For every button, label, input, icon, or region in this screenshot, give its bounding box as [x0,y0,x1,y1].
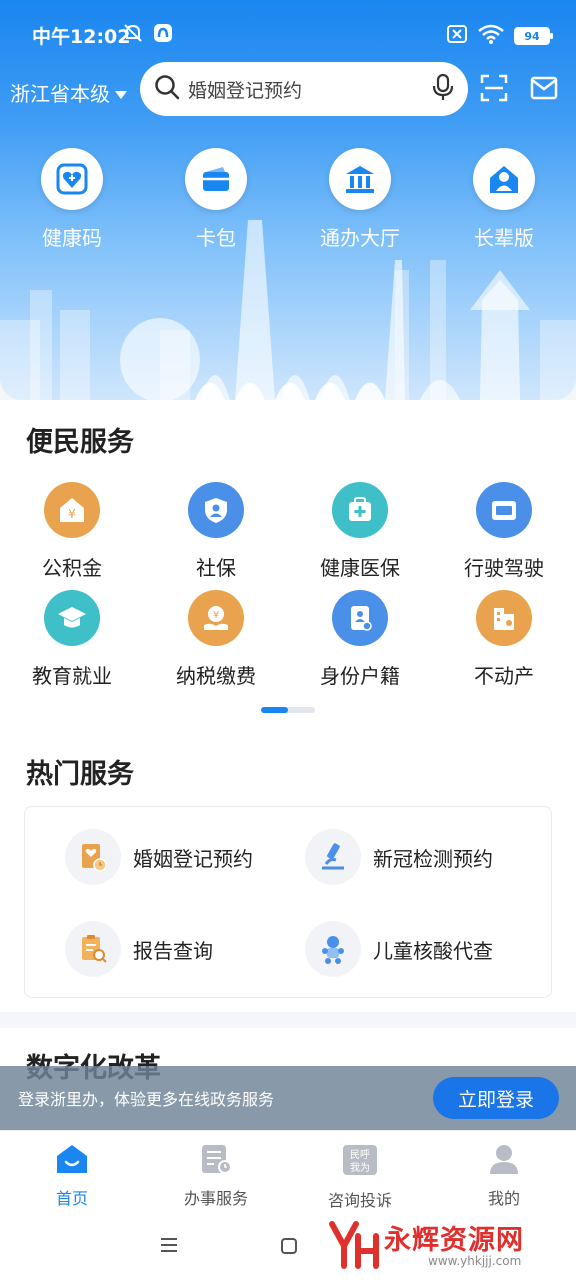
quick-action-hall[interactable]: 通办大厅 [288,148,432,251]
social-security-icon [188,482,244,538]
nosim-icon [446,24,468,48]
svg-text:民呼: 民呼 [350,1149,370,1161]
hot-service-label: 新冠检测预约 [373,846,493,871]
hot-service-marriage[interactable]: 婚姻登记预约 [65,829,253,885]
watermark-logo-icon [328,1216,380,1274]
real-estate-icon [476,590,532,646]
marriage-icon [65,829,121,885]
header: 浙江省本级 婚姻登记预约 [0,62,576,118]
mute-icon [122,22,144,48]
service-driving[interactable]: 行驶驾驶 [432,482,576,590]
service-housing-fund[interactable]: ¥ 公积金 [0,482,144,590]
tab-label: 我的 [487,1189,520,1208]
quick-action-wallet[interactable]: 卡包 [144,148,288,251]
svg-text:¥: ¥ [68,507,76,521]
login-banner-text: 登录浙里办，体验更多在线政务服务 [18,1090,275,1109]
battery-icon: 94 [514,27,553,45]
section-title-convenience: 便民服务 [26,427,134,458]
region-label: 浙江省本级 [10,82,110,106]
hot-service-child-nucleic[interactable]: 儿童核酸代查 [305,921,493,977]
watermark-url: www.yhkjjj.com [428,1254,522,1268]
watermark: 永辉资源网 www.yhkjjj.com [328,1216,568,1274]
report-search-icon [65,921,121,977]
elder-icon [473,148,535,210]
app-notify-icon [152,22,174,48]
hot-service-covid-test[interactable]: 新冠检测预约 [305,829,493,885]
caret-down-icon [114,81,128,105]
id-card-icon [332,590,388,646]
bottom-tab-bar: 首页 办事服务 民呼 我为 咨询投诉 我的 [0,1130,576,1210]
tab-label: 咨询投诉 [327,1191,392,1210]
service-label: 不动产 [474,664,534,688]
housing-fund-icon: ¥ [44,482,100,538]
scan-icon[interactable] [480,74,508,106]
tab-complaints[interactable]: 民呼 我为 咨询投诉 [288,1131,432,1210]
microscope-icon [305,829,361,885]
status-bar: 中午12:02 94 [0,0,576,70]
section-title-hot: 热门服务 [26,759,134,790]
hot-service-label: 儿童核酸代查 [373,938,493,963]
service-real-estate[interactable]: 不动产 [432,590,576,698]
quick-actions: 健康码 卡包 通办大厅 长辈版 [0,148,576,251]
driving-license-icon [476,482,532,538]
tab-home[interactable]: 首页 [0,1131,144,1210]
education-icon [44,590,100,646]
complaint-icon: 民呼 我为 [341,1143,379,1181]
page-indicator-active [261,707,288,713]
svg-text:¥: ¥ [213,610,219,621]
search-icon [154,74,180,104]
service-label: 教育就业 [32,664,112,688]
quick-action-health-code[interactable]: 健康码 [0,148,144,251]
mic-icon[interactable] [432,73,454,105]
medical-insurance-icon [332,482,388,538]
tab-profile[interactable]: 我的 [432,1131,576,1210]
service-label: 社保 [196,556,236,580]
tab-label: 办事服务 [183,1189,248,1208]
service-label: 公积金 [42,556,102,580]
wifi-icon [478,24,504,48]
home-icon [55,1143,89,1179]
tab-label: 首页 [55,1189,88,1208]
login-banner: 登录浙里办，体验更多在线政务服务 立即登录 [0,1066,576,1130]
hot-service-label: 婚姻登记预约 [133,846,253,871]
tax-icon: ¥ [188,590,244,646]
search-bar[interactable]: 婚姻登记预约 [140,62,468,116]
service-tax[interactable]: ¥ 纳税缴费 [144,590,288,698]
mail-icon[interactable] [530,74,558,106]
hall-icon [329,148,391,210]
hot-services-card: 婚姻登记预约 新冠检测预约 报告查询 儿童核酸代查 [24,806,552,998]
quick-action-elder[interactable]: 长辈版 [432,148,576,251]
hot-service-label: 报告查询 [133,938,213,963]
service-label: 纳税缴费 [176,664,256,688]
region-selector[interactable]: 浙江省本级 [10,78,128,107]
service-social-security[interactable]: 社保 [144,482,288,590]
service-label: 行驶驾驶 [464,556,544,580]
quick-action-label: 健康码 [42,226,102,250]
health-code-icon [41,148,103,210]
service-label: 身份户籍 [320,664,400,688]
tab-services[interactable]: 办事服务 [144,1131,288,1210]
profile-icon [487,1143,521,1179]
page-indicator [261,707,315,713]
menu-icon[interactable] [160,1237,178,1257]
watermark-text: 永辉资源网 [384,1225,524,1256]
service-doc-icon [199,1143,233,1179]
hot-service-report[interactable]: 报告查询 [65,921,213,977]
home-square-icon[interactable] [280,1237,298,1259]
status-time: 中午12:02 [32,26,131,48]
service-education[interactable]: 教育就业 [0,590,144,698]
search-input[interactable]: 婚姻登记预约 [188,76,432,103]
convenience-services-grid: ¥ 公积金 社保 健康医保 行驶驾驶 教育就业 ¥ 纳税缴费 身份户籍 不动产 [0,482,576,698]
quick-action-label: 通办大厅 [320,226,400,250]
wallet-icon [185,148,247,210]
login-button[interactable]: 立即登录 [433,1077,559,1119]
service-label: 健康医保 [320,556,400,580]
quick-action-label: 长辈版 [474,226,534,250]
svg-text:我为: 我为 [350,1162,370,1174]
service-medical-insurance[interactable]: 健康医保 [288,482,432,590]
quick-action-label: 卡包 [196,226,236,250]
child-icon [305,921,361,977]
service-id[interactable]: 身份户籍 [288,590,432,698]
